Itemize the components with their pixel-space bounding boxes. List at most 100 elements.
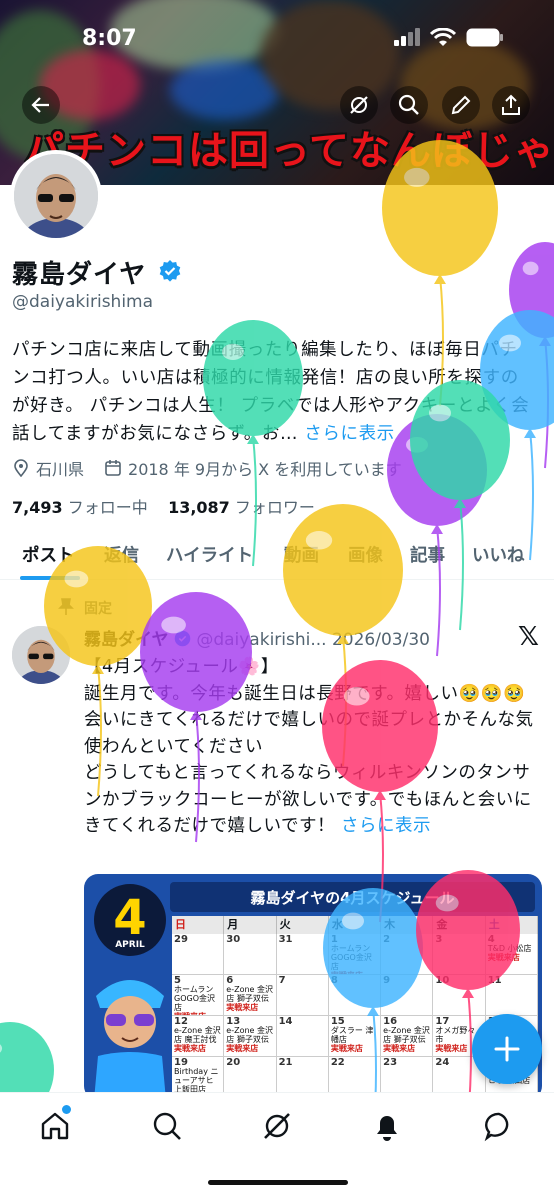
- calendar-day-cell: 1ホームラン GOGO金沢店実戦来店: [328, 934, 382, 975]
- calendar-day-cell: 10: [433, 975, 486, 1016]
- grok-icon[interactable]: [260, 1109, 294, 1143]
- calendar-day-number: 9: [383, 975, 391, 986]
- calendar-day-cell: 5ホームラン GOGO金沢店実戦来店: [172, 975, 225, 1016]
- clock: 8:07: [82, 26, 137, 51]
- back-button[interactable]: [22, 86, 60, 124]
- calendar-event-venue: e-Zone 金沢店 獅子双伝: [226, 985, 273, 1003]
- calendar-day-number: 20: [226, 1057, 241, 1068]
- wifi-icon: [430, 28, 456, 46]
- explore-search-icon[interactable]: [150, 1109, 184, 1143]
- search-button[interactable]: [390, 86, 428, 124]
- bio-text: パチンコ店に来店して動画撮ったり編集したり、ほぼ毎日パチンコ打つ人。いい店は積極…: [12, 340, 530, 444]
- calendar-day-cell: 15 ダスラー 津幡店 実戦来店: [328, 1016, 382, 1057]
- post-text: 【4月スケジュール🌸】 誕生月です。今年も誕生日は長野です。嬉しい🥹🥹🥹 会いに…: [84, 657, 534, 836]
- calendar-event-venue: Birthday ニューアサヒ 上飯田店: [174, 1067, 219, 1094]
- verified-badge-icon: [174, 630, 191, 647]
- verified-badge-icon[interactable]: [158, 259, 182, 283]
- calendar-weekday: 火: [277, 916, 329, 934]
- tab-highlights[interactable]: ハイライト: [166, 542, 253, 567]
- calendar-day-number: 7: [278, 975, 286, 986]
- post-body[interactable]: 【4月スケジュール🌸】 誕生月です。今年も誕生日は長野です。嬉しい🥹🥹🥹 会いに…: [84, 654, 539, 840]
- post-author-handle: @daiyakirishi...: [196, 630, 327, 650]
- search-icon: [398, 94, 419, 115]
- followers-link[interactable]: 13,087 フォロワー: [168, 498, 315, 517]
- bell-icon[interactable]: [370, 1109, 404, 1143]
- calendar-day-number: 6: [226, 975, 234, 986]
- calendar-day-number: 31: [278, 934, 293, 945]
- following-count: 7,493: [12, 498, 63, 517]
- calendar-day-cell: 4 T&D 小松店 実戦来店: [485, 934, 538, 975]
- calendar-weekday-header: 日月火水木金土: [172, 916, 538, 934]
- calendar-day-cell: 14: [276, 1016, 329, 1057]
- calendar-event-type: 実戦来店: [487, 953, 520, 962]
- calendar-day-number: 30: [226, 934, 241, 945]
- tab-likes[interactable]: いいね: [472, 542, 525, 567]
- banner-title: パチンコは回ってなんぼじゃー: [24, 128, 554, 174]
- post-author-avatar[interactable]: [12, 626, 70, 684]
- calendar-day-cell: 16 e-Zone 金沢店 獅子双伝 実戦来店: [381, 1016, 434, 1057]
- calendar-day-number: 29: [174, 934, 188, 945]
- profile-location: 石川県: [36, 460, 85, 479]
- home-icon[interactable]: [38, 1109, 72, 1143]
- calendar-event-type: 実戦来店: [330, 1044, 363, 1053]
- calendar-day-number: 15: [330, 1016, 345, 1027]
- calendar-event-type: 実戦来店: [226, 1003, 259, 1012]
- post-date: 2026/03/30: [331, 630, 430, 650]
- calendar-event-venue: e-Zone 金沢店 獅子双伝: [383, 1026, 430, 1044]
- grok-button[interactable]: [340, 86, 378, 124]
- calendar-event-venue: e-Zone 金沢店 獅子双伝: [226, 1026, 273, 1044]
- chat-bubble-icon[interactable]: [482, 1109, 516, 1143]
- tab-articles[interactable]: 記事: [410, 542, 445, 567]
- tab-images[interactable]: 画像: [348, 542, 383, 567]
- profile-handle: @daiyakirishima: [12, 292, 154, 312]
- active-tab-indicator: [20, 576, 80, 580]
- followers-count: 13,087: [168, 498, 230, 517]
- following-link[interactable]: 7,493 フォロー中: [12, 498, 148, 517]
- avatar-photo: [12, 626, 70, 684]
- tab-videos[interactable]: 動画: [284, 542, 319, 567]
- calendar-day-number: 11: [487, 975, 502, 986]
- calendar-event-venue: ホームラン GOGO金沢店: [330, 944, 372, 971]
- post-show-more-link[interactable]: さらに表示: [341, 816, 431, 836]
- calendar-day-number: 16: [383, 1016, 398, 1027]
- compose-post-button[interactable]: [472, 1014, 542, 1084]
- calendar-day-cell: 11: [485, 975, 538, 1016]
- calendar-day-cell: 31: [276, 934, 329, 975]
- pinned-label: 固定: [84, 601, 112, 617]
- calendar-day-cell: 3: [433, 934, 486, 975]
- calendar-day-cell: 8: [328, 975, 382, 1016]
- bio-show-more-link[interactable]: さらに表示: [304, 424, 395, 444]
- calendar-day-number: 22: [330, 1057, 345, 1068]
- calendar-day-number: 14: [278, 1016, 293, 1027]
- grok-icon: [350, 96, 368, 114]
- calendar-day-number: 3: [435, 934, 443, 945]
- calendar-day-cell: 30: [224, 934, 277, 975]
- profile-avatar[interactable]: [10, 150, 102, 242]
- tab-posts[interactable]: ポスト: [22, 542, 75, 567]
- share-button[interactable]: [492, 86, 530, 124]
- calendar-weekday: 土: [486, 916, 538, 934]
- calendar-day-cell: 13 e-Zone 金沢店 獅子双伝 実戦来店: [224, 1016, 277, 1057]
- tab-replies[interactable]: 返信: [104, 542, 139, 567]
- calendar-day-cell: 7: [276, 975, 329, 1016]
- calendar-icon: [105, 460, 121, 476]
- profile-meta: 石川県 2018 年 9月から X を利用しています: [12, 456, 408, 480]
- display-name: 霧島ダイヤ: [12, 260, 147, 290]
- battery-icon: [466, 28, 503, 47]
- home-indicator: [208, 1180, 348, 1185]
- calendar-day-number: 12: [174, 1016, 188, 1027]
- calendar-event-venue: ホームラン GOGO金沢店: [174, 985, 215, 1012]
- x-logo-icon[interactable]: 𝕏: [518, 622, 539, 652]
- avatar-photo: [14, 154, 98, 238]
- post-image-schedule[interactable]: 4 APRIL 霧島ダイヤの4月スケジュール 日月火水木金土 29 30 31 1 ホー…: [84, 874, 542, 1100]
- calendar-event-type: 実戦来店: [174, 1044, 206, 1053]
- calendar-event-type: 実戦来店: [383, 1044, 416, 1053]
- pen-icon: [451, 95, 471, 115]
- edit-button[interactable]: [442, 86, 480, 124]
- calendar-weekday: 木: [381, 916, 434, 934]
- plus-icon: [494, 1036, 520, 1062]
- pin-icon: [58, 598, 74, 615]
- profile-joined-date: 2018 年 9月から X を利用しています: [128, 460, 402, 479]
- post-author-name[interactable]: 霧島ダイヤ: [84, 630, 169, 650]
- calendar-weekday: 日: [172, 916, 225, 934]
